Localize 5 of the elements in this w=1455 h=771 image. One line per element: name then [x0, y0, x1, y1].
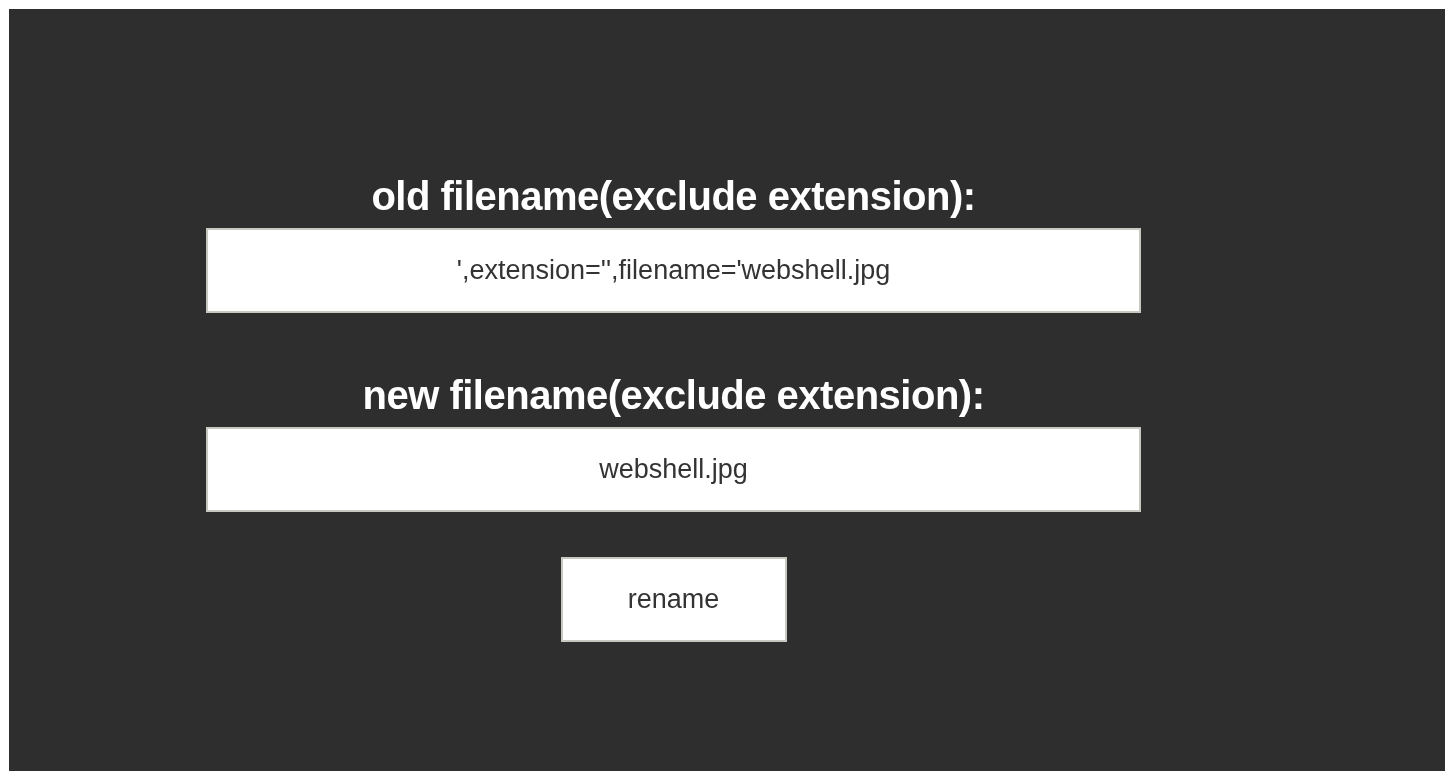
filename-field[interactable]: webshell.jpg	[206, 427, 1141, 512]
filename-field[interactable]: ',extension='',filename='webshell.jpg	[206, 228, 1141, 313]
rename-button[interactable]: rename	[560, 557, 787, 642]
field-label: new filename(exclude extension):	[362, 372, 985, 419]
field-label: old filename(exclude extension):	[371, 173, 976, 220]
